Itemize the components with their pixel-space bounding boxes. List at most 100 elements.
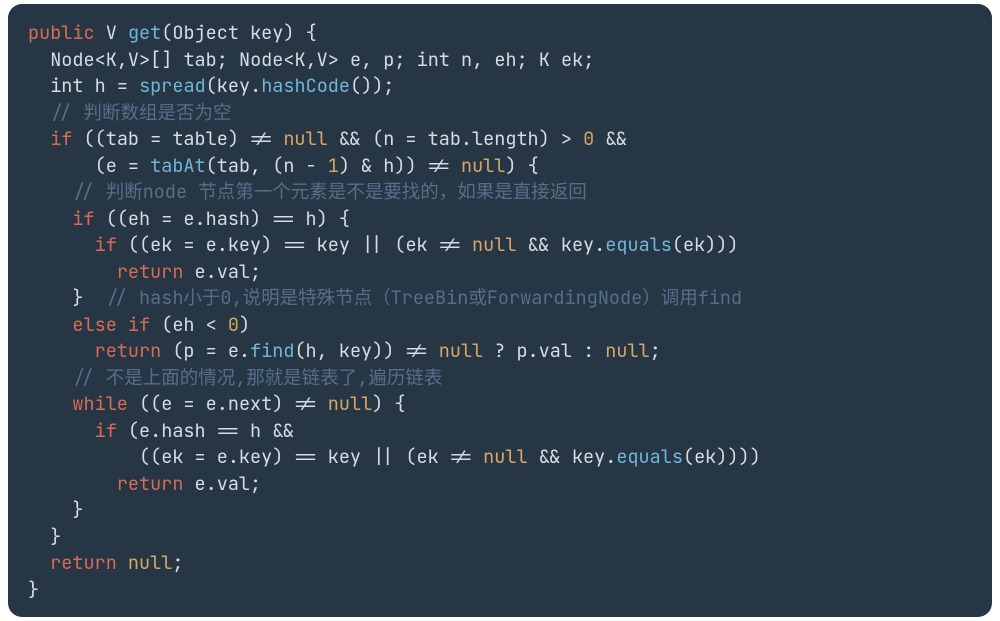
- expr: (ek))): [672, 232, 739, 257]
- code-line: return (p = e.find(h, key)) != null ? p.…: [28, 338, 661, 363]
- expr: &&: [594, 126, 627, 151]
- close: ());: [350, 73, 394, 98]
- space: [117, 550, 128, 575]
- code-line: } // hash小于0,说明是特殊节点（TreeBin或ForwardingN…: [28, 285, 742, 310]
- code-line: while ((e = e.next) != null) {: [28, 391, 405, 416]
- semi: ;: [517, 47, 528, 72]
- brace: {: [306, 20, 317, 45]
- code-line: return e.val;: [28, 259, 261, 284]
- array: []: [150, 47, 172, 72]
- brace: }: [50, 524, 61, 549]
- prop-length: length: [472, 126, 539, 151]
- paren: (: [161, 20, 172, 45]
- keyword-return: return: [95, 338, 162, 363]
- brace: }: [72, 285, 83, 310]
- prop-key: key: [239, 444, 272, 469]
- generics: <K,V>: [283, 47, 339, 72]
- num-0: 0: [228, 312, 239, 337]
- prop-hash: hash: [206, 206, 250, 231]
- var-ek: ek: [561, 47, 583, 72]
- code-line: if ((eh = e.hash) == h) {: [28, 206, 350, 231]
- code-line: return null;: [28, 550, 183, 575]
- generics: <K,V>: [95, 47, 151, 72]
- expr: ) & h)) !=: [339, 153, 461, 178]
- fn-equals: equals: [605, 232, 672, 257]
- expr: (p = e.: [161, 338, 250, 363]
- keyword-if: if: [95, 418, 117, 443]
- expr: (ek)))): [683, 444, 761, 469]
- code-line: }: [28, 577, 39, 602]
- expr: (eh <: [161, 312, 228, 337]
- prop-val: val: [539, 338, 572, 363]
- keyword-public: public: [28, 20, 95, 45]
- null: null: [472, 232, 516, 257]
- keyword-return: return: [117, 471, 184, 496]
- keyword-if: if: [50, 126, 72, 151]
- code-line: // 判断node 节点第一个元素是不是要找的，如果是直接返回: [28, 179, 587, 204]
- expr: && (n = tab.: [328, 126, 472, 151]
- type-int: int: [417, 47, 450, 72]
- code-line: // 不是上面的情况,那就是链表了,遍历链表: [28, 365, 442, 390]
- semi: ;: [250, 259, 261, 284]
- prop-key: key: [228, 232, 261, 257]
- comment: // 不是上面的情况,那就是链表了,遍历链表: [72, 365, 442, 390]
- num-1: 1: [328, 153, 339, 178]
- keyword-if: if: [72, 206, 94, 231]
- code-line: else if (eh < 0): [28, 312, 250, 337]
- brace: }: [72, 497, 83, 522]
- code-line: }: [28, 497, 84, 522]
- fn-tabAt: tabAt: [150, 153, 206, 178]
- code-line: }: [28, 524, 61, 549]
- expr: && key.: [516, 232, 605, 257]
- paren: ): [283, 20, 305, 45]
- code-line: Node<K,V>[] tab; Node<K,V> e, p; int n, …: [28, 47, 594, 72]
- null: null: [439, 338, 483, 363]
- null: null: [328, 391, 372, 416]
- fn-get: get: [128, 20, 161, 45]
- vars-neh: n, eh: [461, 47, 517, 72]
- semi: ;: [394, 47, 405, 72]
- semi: ;: [583, 47, 594, 72]
- close: ): [239, 312, 250, 337]
- expr: && key.: [528, 444, 617, 469]
- expr: ((tab = table) !=: [84, 126, 284, 151]
- keyword-else: else: [72, 312, 116, 337]
- expr: ? p.: [483, 338, 539, 363]
- code-line: int h = spread(key.hashCode());: [28, 73, 394, 98]
- expr: ((ek = e.: [139, 444, 239, 469]
- null: null: [283, 126, 327, 151]
- vars-ep: e, p: [350, 47, 394, 72]
- null: null: [461, 153, 505, 178]
- null: null: [483, 444, 527, 469]
- semi: ;: [217, 47, 228, 72]
- expr: ) == key || (ek !=: [272, 444, 483, 469]
- expr: ) {: [372, 391, 405, 416]
- code-line: public V get(Object key) {: [28, 20, 317, 45]
- expr: ) == h) {: [250, 206, 350, 231]
- semi: ;: [650, 338, 661, 363]
- expr: ) >: [539, 126, 583, 151]
- code-line: return e.val;: [28, 471, 261, 496]
- code-line: ((ek = e.key) == key || (ek != null && k…: [28, 444, 761, 469]
- expr: e.: [183, 471, 216, 496]
- null: null: [605, 338, 649, 363]
- code-line: if ((ek = e.key) == key || (ek != null &…: [28, 232, 738, 257]
- type-Node: Node: [50, 47, 94, 72]
- semi: ;: [250, 471, 261, 496]
- fn-equals: equals: [616, 444, 683, 469]
- prop-val: val: [217, 259, 250, 284]
- expr: (e.: [128, 418, 161, 443]
- semi: ;: [172, 550, 183, 575]
- prop-hash: hash: [161, 418, 205, 443]
- var-h: h: [95, 73, 106, 98]
- expr: ((ek = e.: [128, 232, 228, 257]
- code-line: if (e.hash == h &&: [28, 418, 294, 443]
- expr: == h &&: [206, 418, 295, 443]
- keyword-if: if: [95, 232, 117, 257]
- brace: }: [28, 577, 39, 602]
- comment: // 判断node 节点第一个元素是不是要找的，如果是直接返回: [72, 179, 586, 204]
- code-line: (e = tabAt(tab, (n - 1) & h)) != null) {: [28, 153, 539, 178]
- arg: key.: [217, 73, 261, 98]
- type-int: int: [50, 73, 83, 98]
- comment: // hash小于0,说明是特殊节点（TreeBin或ForwardingNod…: [106, 285, 742, 310]
